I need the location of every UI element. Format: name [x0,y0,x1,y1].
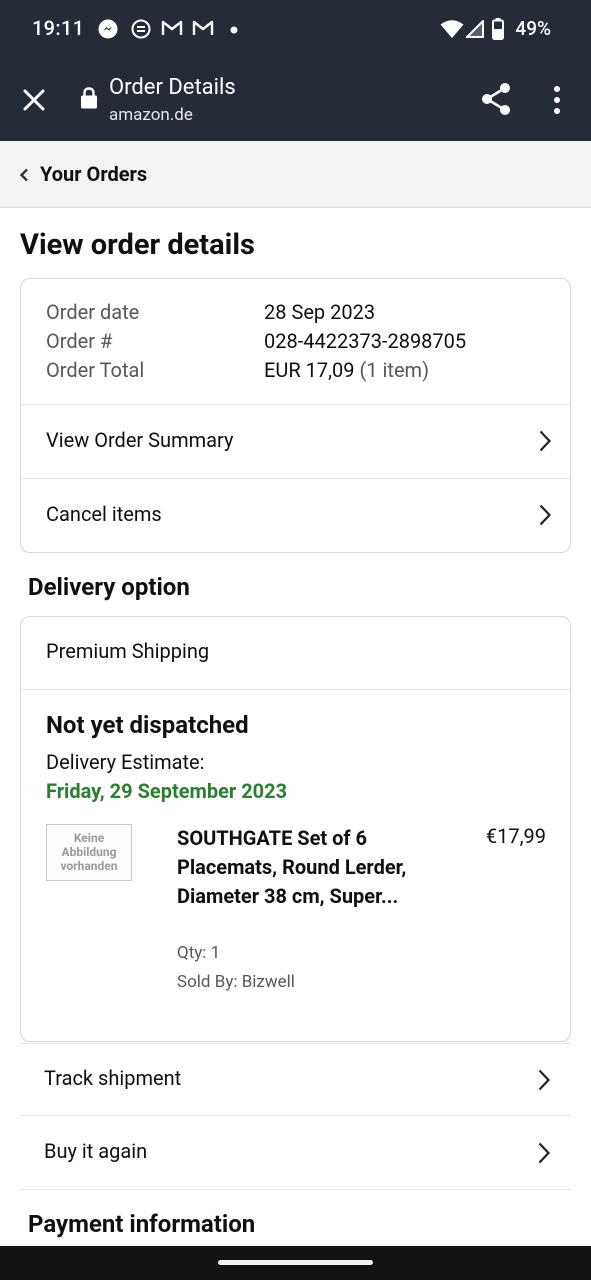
page-domain: amazon.de [109,105,193,125]
chevron-left-icon [19,168,28,182]
delivery-estimate-label: Delivery Estimate: [46,750,205,774]
messenger-icon [98,19,118,39]
order-number-label: Order # [46,329,113,353]
payment-information-heading: Payment information [28,1210,256,1238]
product-price: €17,99 [485,824,546,848]
chevron-right-icon [538,1069,551,1091]
chevron-right-icon [538,1142,551,1164]
delivery-estimate-date: Friday, 29 September 2023 [46,779,288,803]
order-total-label: Order Total [46,358,145,382]
cancel-items-label: Cancel items [46,502,162,526]
dot-icon [230,26,238,34]
track-shipment-label: Track shipment [44,1066,182,1090]
order-date-label: Order date [46,300,140,324]
order-info-card: Order date 28 Sep 2023 Order # 028-44223… [20,278,571,553]
product-seller: Sold By: Bizwell [177,972,295,992]
shipping-method: Premium Shipping [46,639,210,663]
page-heading: View order details [20,228,255,262]
shipment-status: Not yet dispatched [46,711,249,739]
back-to-orders-link[interactable]: Your Orders [0,141,591,208]
order-number-value: 028-4422373-2898705 [264,329,467,353]
close-icon[interactable] [20,86,48,114]
cell-signal-icon [466,20,484,38]
buy-it-again-link[interactable]: Buy it again [20,1117,571,1190]
product-title-link[interactable]: SOUTHGATE Set of 6 Placemats, Round Lerd… [177,824,407,911]
delivery-option-heading: Delivery option [28,573,190,601]
back-to-orders-label: Your Orders [40,162,148,186]
track-shipment-link[interactable]: Track shipment [20,1043,571,1116]
divider [21,689,570,690]
delivery-card: Premium Shipping Not yet dispatched Deli… [20,616,571,1042]
order-item-count: (1 item) [359,358,430,382]
product-image-placeholder[interactable]: Keine Abbildung vorhanden [46,824,132,881]
chevron-right-icon [539,504,552,526]
share-icon[interactable] [480,82,512,116]
status-bar: 19:11 49% [0,0,591,58]
chat-icon [131,19,151,39]
order-date-value: 28 Sep 2023 [264,300,376,324]
browser-toolbar: Order Details amazon.de [0,58,591,141]
home-gesture-handle[interactable] [218,1260,373,1265]
more-options-icon[interactable] [550,85,564,115]
battery-icon [492,18,504,40]
view-order-summary-link[interactable]: View Order Summary [21,405,570,478]
wifi-icon [440,20,464,38]
system-navigation-bar [0,1246,591,1280]
lock-icon[interactable] [80,87,98,109]
cancel-items-link[interactable]: Cancel items [21,479,570,552]
chevron-right-icon [539,430,552,452]
page-title-bar: Order Details [109,75,236,100]
gmail-icon [161,20,183,35]
battery-percentage: 49% [515,17,551,40]
clock: 19:11 [32,16,85,40]
buy-it-again-label: Buy it again [44,1139,148,1163]
gmail-icon [192,20,214,35]
order-total-value: EUR 17,09 (1 item) [264,358,430,382]
view-order-summary-label: View Order Summary [46,428,234,452]
product-quantity: Qty: 1 [177,943,221,963]
